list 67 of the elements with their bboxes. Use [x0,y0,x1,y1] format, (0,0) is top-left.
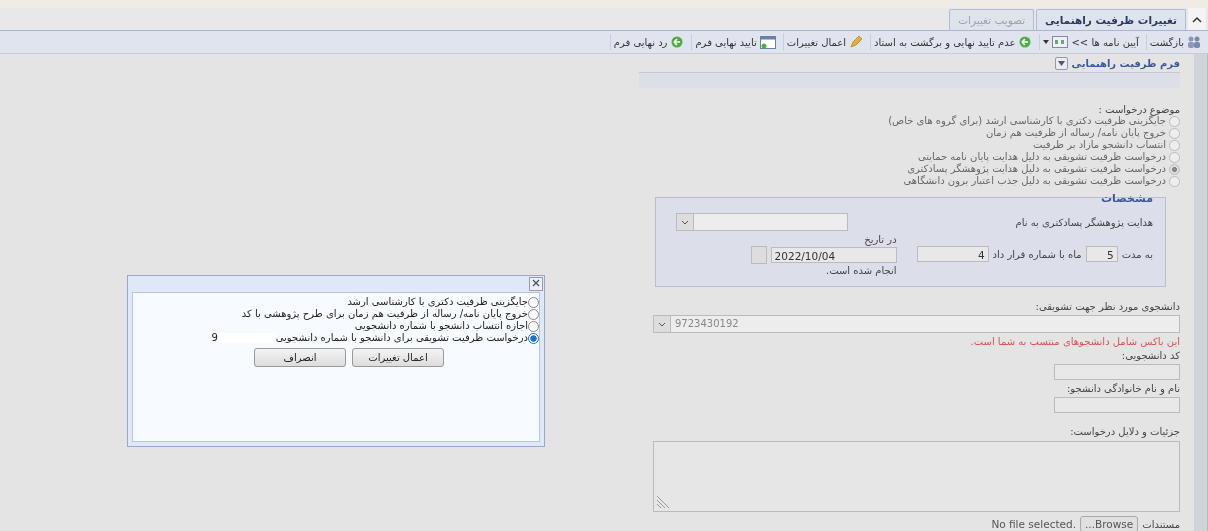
close-icon[interactable] [529,277,543,291]
option-label: خروج پایان نامه/ رساله از ظرفیت هم زمان [985,127,1166,140]
toolbar-button[interactable]: تایید نهایی فرم [691,33,779,51]
details-legend: مشخصات [676,192,1153,206]
reasons-field[interactable] [653,441,1180,512]
contract-field[interactable]: 4 [916,246,989,263]
dialog-button[interactable]: اعمال تغییرات [352,348,444,367]
date-field[interactable]: 2022/10/04 [770,247,897,264]
subject-label: موضوع درخواست : [1097,104,1180,116]
radio-button[interactable] [1169,127,1180,139]
attachments-label: مستندات [1142,518,1180,530]
form-legend: فرم ظرفیت راهنمایی [1071,58,1180,69]
file-status: No file selected. [991,518,1076,530]
tab[interactable]: تغییرات ظرفیت راهنمایی [1036,9,1186,30]
calendar-icon[interactable] [750,246,767,265]
contract-label: ماه با شماره قرار داد [992,248,1082,260]
option-label: جایگزینی ظرفیت دکتری با کارشناسی ارشد (برای گروه های خاص) [888,115,1166,128]
caret-icon [1043,40,1050,44]
radio-button[interactable] [528,320,539,332]
option-label: خروج پایان نامه/ رساله از ظرفیت هم زمان برای طرح پژوهشی با کد [241,308,528,320]
dropdown-icon [658,321,666,327]
radio-button[interactable] [528,308,539,320]
code-field[interactable] [1054,364,1180,381]
radio-button[interactable] [1169,175,1180,187]
collapse-icon[interactable] [1188,8,1206,30]
option-label: درخواست ظرفیت تشویقی برای دانشجو با شماره دانشجویی [275,332,528,344]
date-label: در تاریخ [863,234,897,246]
option-label: درخواست ظرفیت تشویقی به دلیل هدایت پژوهشگر پسادکتری [907,163,1166,176]
months-field[interactable]: 5 [1085,246,1118,263]
window-icon [759,35,776,49]
advisor-label: هدایت پژوهشگر پسادکتری به نام [1015,216,1153,228]
radio-button[interactable] [1169,151,1180,163]
radio-button[interactable] [1169,139,1180,151]
collapse-icon[interactable] [1054,57,1068,70]
radio-button[interactable] [528,332,539,344]
option-label: درخواست ظرفیت تشویقی به دلیل هدایت پایان نامه حمایتی [918,151,1166,163]
option-label: اجازه انتساب دانشجو با شماره دانشجویی [354,320,528,332]
dropdown-icon [681,219,689,225]
name-label: نام و نام خانوادگی دانشجو: [1065,383,1180,395]
student-note: این باکس شامل دانشجوهای منتسب به شما است. [969,336,1180,348]
arrow-icon [1018,36,1033,48]
radio-button[interactable] [1169,163,1180,175]
radio-button[interactable] [528,296,539,308]
student-label: دانشجوی مورد نظر جهت تشویقی: [1034,301,1180,313]
name-field[interactable] [1054,397,1180,414]
toolbar-button[interactable]: بازگشت [1145,34,1204,50]
radio-button[interactable] [1169,115,1180,127]
browse-button[interactable]: Browse... [1080,516,1139,531]
resize-grip-icon [656,495,670,509]
toolbar-button[interactable]: عدم تایید نهایی و برگشت به استاد [870,34,1036,50]
option-label: انتساب دانشجو مازاد بر ظرفیت [1032,139,1166,152]
dialog-button[interactable]: انصراف [254,348,346,367]
reasons-label: جزئیات و دلایل درخواست: [1069,426,1180,438]
code-label: کد دانشجویی: [1120,350,1180,362]
people-icon [1187,36,1201,48]
toolbar-button[interactable]: آیین نامه ها >> [1039,34,1142,50]
toolbar-button[interactable]: رد نهایی فرم [609,34,688,50]
option-label: جایگزینی ظرفیت دکتری با کارشناسی ارشد [347,296,528,308]
arrow-icon [670,36,685,48]
pencil-icon [849,35,864,49]
option-label: درخواست ظرفیت تشویقی به دلیل جذب اعتبار برون دانشگاهی [903,175,1166,188]
duration-label: به مدت [1121,248,1153,260]
grid-icon [1052,36,1069,48]
done-label: انجام شده است. [824,265,897,277]
toolbar-button[interactable]: اعمال تغییرات [782,33,867,51]
option-label: 9 [211,332,218,344]
advisor-select[interactable] [676,213,848,232]
